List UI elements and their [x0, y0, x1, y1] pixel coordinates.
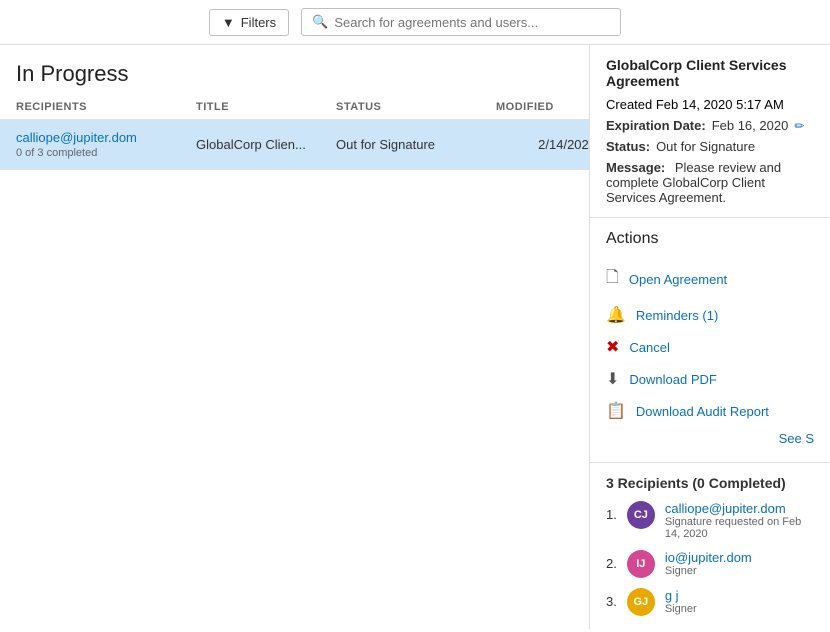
recipient-email: calliope@jupiter.dom	[16, 130, 196, 145]
recipient-detail-3: Signer	[665, 603, 697, 615]
recipients-title: 3 Recipients (0 Completed)	[606, 475, 814, 491]
recipient-row-1: 1. CJ calliope@jupiter.dom Signature req…	[606, 501, 814, 540]
recipient-row-3: 3. GJ g j Signer	[606, 588, 814, 616]
right-panel: GlobalCorp Client Services Agreement Cre…	[590, 45, 830, 629]
recipient-detail-1: Signature requested on Feb 14, 2020	[665, 516, 814, 540]
status-field: Status: Out for Signature	[606, 139, 814, 154]
created-value: Created Feb 14, 2020 5:17 AM	[606, 97, 784, 112]
col-modified: MODIFIED	[496, 101, 590, 113]
row-title: GlobalCorp Clien...	[196, 130, 336, 159]
recipient-sub: 0 of 3 completed	[16, 147, 196, 159]
cancel-icon: ✖	[606, 337, 619, 357]
filter-icon: ▼	[222, 15, 235, 30]
created-field: Created Feb 14, 2020 5:17 AM	[606, 97, 814, 112]
expiration-value: Feb 16, 2020	[712, 118, 789, 133]
avatar-2: IJ	[627, 550, 655, 578]
actions-title: Actions	[606, 230, 814, 248]
recipient-name-2: io@jupiter.dom	[665, 550, 752, 565]
main-content: In Progress RECIPIENTS TITLE STATUS MODI…	[0, 45, 830, 629]
download-pdf-label: Download PDF	[629, 372, 716, 387]
recipient-cell: calliope@jupiter.dom 0 of 3 completed	[16, 130, 196, 159]
open-agreement-action[interactable]: 🗋 Open Agreement	[606, 260, 814, 299]
open-agreement-icon: 🗋	[606, 266, 619, 293]
filter-label: Filters	[241, 15, 276, 30]
search-icon: 🔍	[312, 14, 328, 30]
avatar-3: GJ	[627, 588, 655, 616]
open-agreement-label: Open Agreement	[629, 272, 727, 287]
recipient-name-3: g j	[665, 588, 697, 603]
reminders-icon: 🔔	[606, 305, 626, 325]
search-bar: 🔍	[301, 8, 621, 36]
detail-title: GlobalCorp Client Services Agreement	[606, 57, 814, 89]
cancel-action[interactable]: ✖ Cancel	[606, 331, 814, 363]
expiration-field: Expiration Date: Feb 16, 2020 ✏	[606, 118, 814, 133]
recipient-number-3: 3.	[606, 594, 617, 609]
recipient-name-1: calliope@jupiter.dom	[665, 501, 814, 516]
table-row[interactable]: calliope@jupiter.dom 0 of 3 completed Gl…	[0, 120, 589, 170]
message-label: Message:	[606, 160, 665, 175]
col-status: STATUS	[336, 101, 496, 113]
download-audit-label: Download Audit Report	[636, 404, 769, 419]
recipient-info-1: calliope@jupiter.dom Signature requested…	[665, 501, 814, 540]
recipient-info-3: g j Signer	[665, 588, 697, 615]
reminders-label: Reminders (1)	[636, 308, 718, 323]
expiration-label: Expiration Date:	[606, 118, 706, 133]
recipient-row-2: 2. IJ io@jupiter.dom Signer	[606, 550, 814, 578]
download-pdf-action[interactable]: ⬇ Download PDF	[606, 363, 814, 395]
download-pdf-icon: ⬇	[606, 369, 619, 389]
recipients-section: 3 Recipients (0 Completed) 1. CJ calliop…	[590, 463, 830, 629]
avatar-1: CJ	[627, 501, 655, 529]
see-more-link[interactable]: See S	[606, 427, 814, 450]
download-audit-icon: 📋	[606, 401, 626, 421]
search-input[interactable]	[334, 15, 610, 30]
reminders-action[interactable]: 🔔 Reminders (1)	[606, 299, 814, 331]
cancel-label: Cancel	[629, 340, 669, 355]
detail-header: GlobalCorp Client Services Agreement Cre…	[590, 45, 830, 218]
row-modified: 2/14/2020	[496, 130, 590, 159]
col-recipients: RECIPIENTS	[16, 101, 196, 113]
recipient-detail-2: Signer	[665, 565, 752, 577]
download-audit-action[interactable]: 📋 Download Audit Report	[606, 395, 814, 427]
left-panel: In Progress RECIPIENTS TITLE STATUS MODI…	[0, 45, 590, 629]
recipient-number-2: 2.	[606, 556, 617, 571]
edit-expiration-icon[interactable]: ✏	[794, 119, 804, 133]
actions-section: Actions 🗋 Open Agreement 🔔 Reminders (1)…	[590, 218, 830, 463]
table-header: RECIPIENTS TITLE STATUS MODIFIED	[0, 95, 589, 120]
message-field: Message: Please review and complete Glob…	[606, 160, 814, 205]
col-title: TITLE	[196, 101, 336, 113]
recipient-info-2: io@jupiter.dom Signer	[665, 550, 752, 577]
status-label: Status:	[606, 139, 650, 154]
status-value: Out for Signature	[656, 139, 755, 154]
filter-button[interactable]: ▼ Filters	[209, 9, 289, 36]
page-title: In Progress	[0, 45, 589, 95]
row-status: Out for Signature	[336, 130, 496, 159]
top-bar: ▼ Filters 🔍	[0, 0, 830, 45]
recipient-number-1: 1.	[606, 507, 617, 522]
